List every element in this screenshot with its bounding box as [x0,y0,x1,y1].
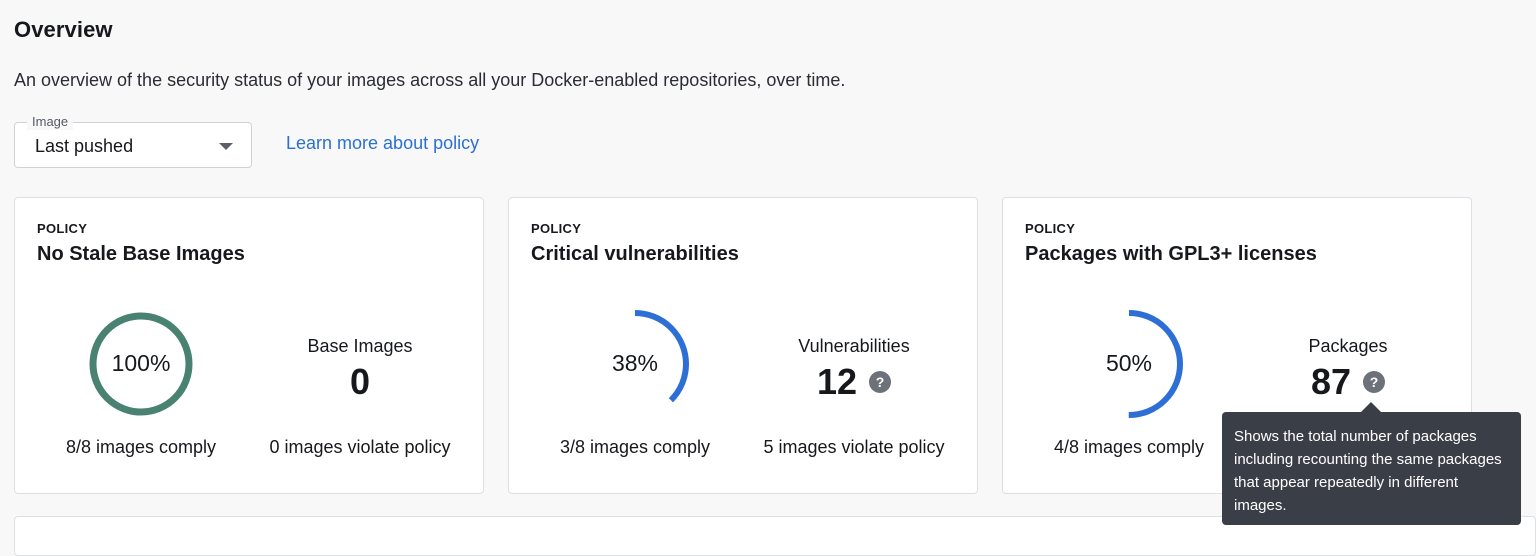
metric-label: Packages [1308,336,1388,356]
metric-value: 87 [1310,361,1352,402]
metric-label: Vulnerabilities [798,336,910,356]
comply-count: 3/8 images comply [559,437,711,457]
caret-down-icon [219,143,233,150]
comply-count: 4/8 images comply [1053,437,1205,457]
metric-label: Base Images [307,336,413,356]
tooltip-arrow [1361,402,1381,412]
help-icon[interactable]: ? [869,371,892,393]
metric: 12? [761,361,947,403]
policy-card-stale-base-images[interactable]: POLICY No Stale Base Images 100% 8/8 ima… [14,197,484,494]
learn-more-policy-link[interactable]: Learn more about policy [286,133,479,154]
page-description: An overview of the security status of yo… [14,70,846,90]
violate-count: 5 images violate policy [763,437,945,457]
violate-count: 0 images violate policy [269,437,451,457]
policy-tag: POLICY [531,221,582,236]
metric: 0 [267,361,453,403]
policy-title: Critical vulnerabilities [531,243,739,265]
compliance-percent: 38% [611,350,659,376]
help-icon[interactable]: ? [1363,371,1386,393]
policy-title: Packages with GPL3+ licenses [1025,243,1317,265]
comply-count: 8/8 images comply [65,437,217,457]
metric: 87? [1255,361,1441,403]
image-select-label: Image [27,114,74,130]
policy-tag: POLICY [37,221,88,236]
policy-tag: POLICY [1025,221,1076,236]
image-select[interactable]: Image Last pushed [14,114,252,168]
policy-title: No Stale Base Images [37,243,245,265]
metric-value: 0 [349,361,371,402]
compliance-percent: 100% [111,350,171,376]
policy-card-critical-vulnerabilities[interactable]: POLICY Critical vulnerabilities 38% 3/8 … [508,197,978,494]
metric-value: 12 [816,361,858,402]
image-select-value: Last pushed [35,136,134,156]
compliance-percent: 50% [1105,350,1153,376]
page-title: Overview [14,17,113,42]
help-tooltip: Shows the total number of packages inclu… [1222,412,1521,525]
